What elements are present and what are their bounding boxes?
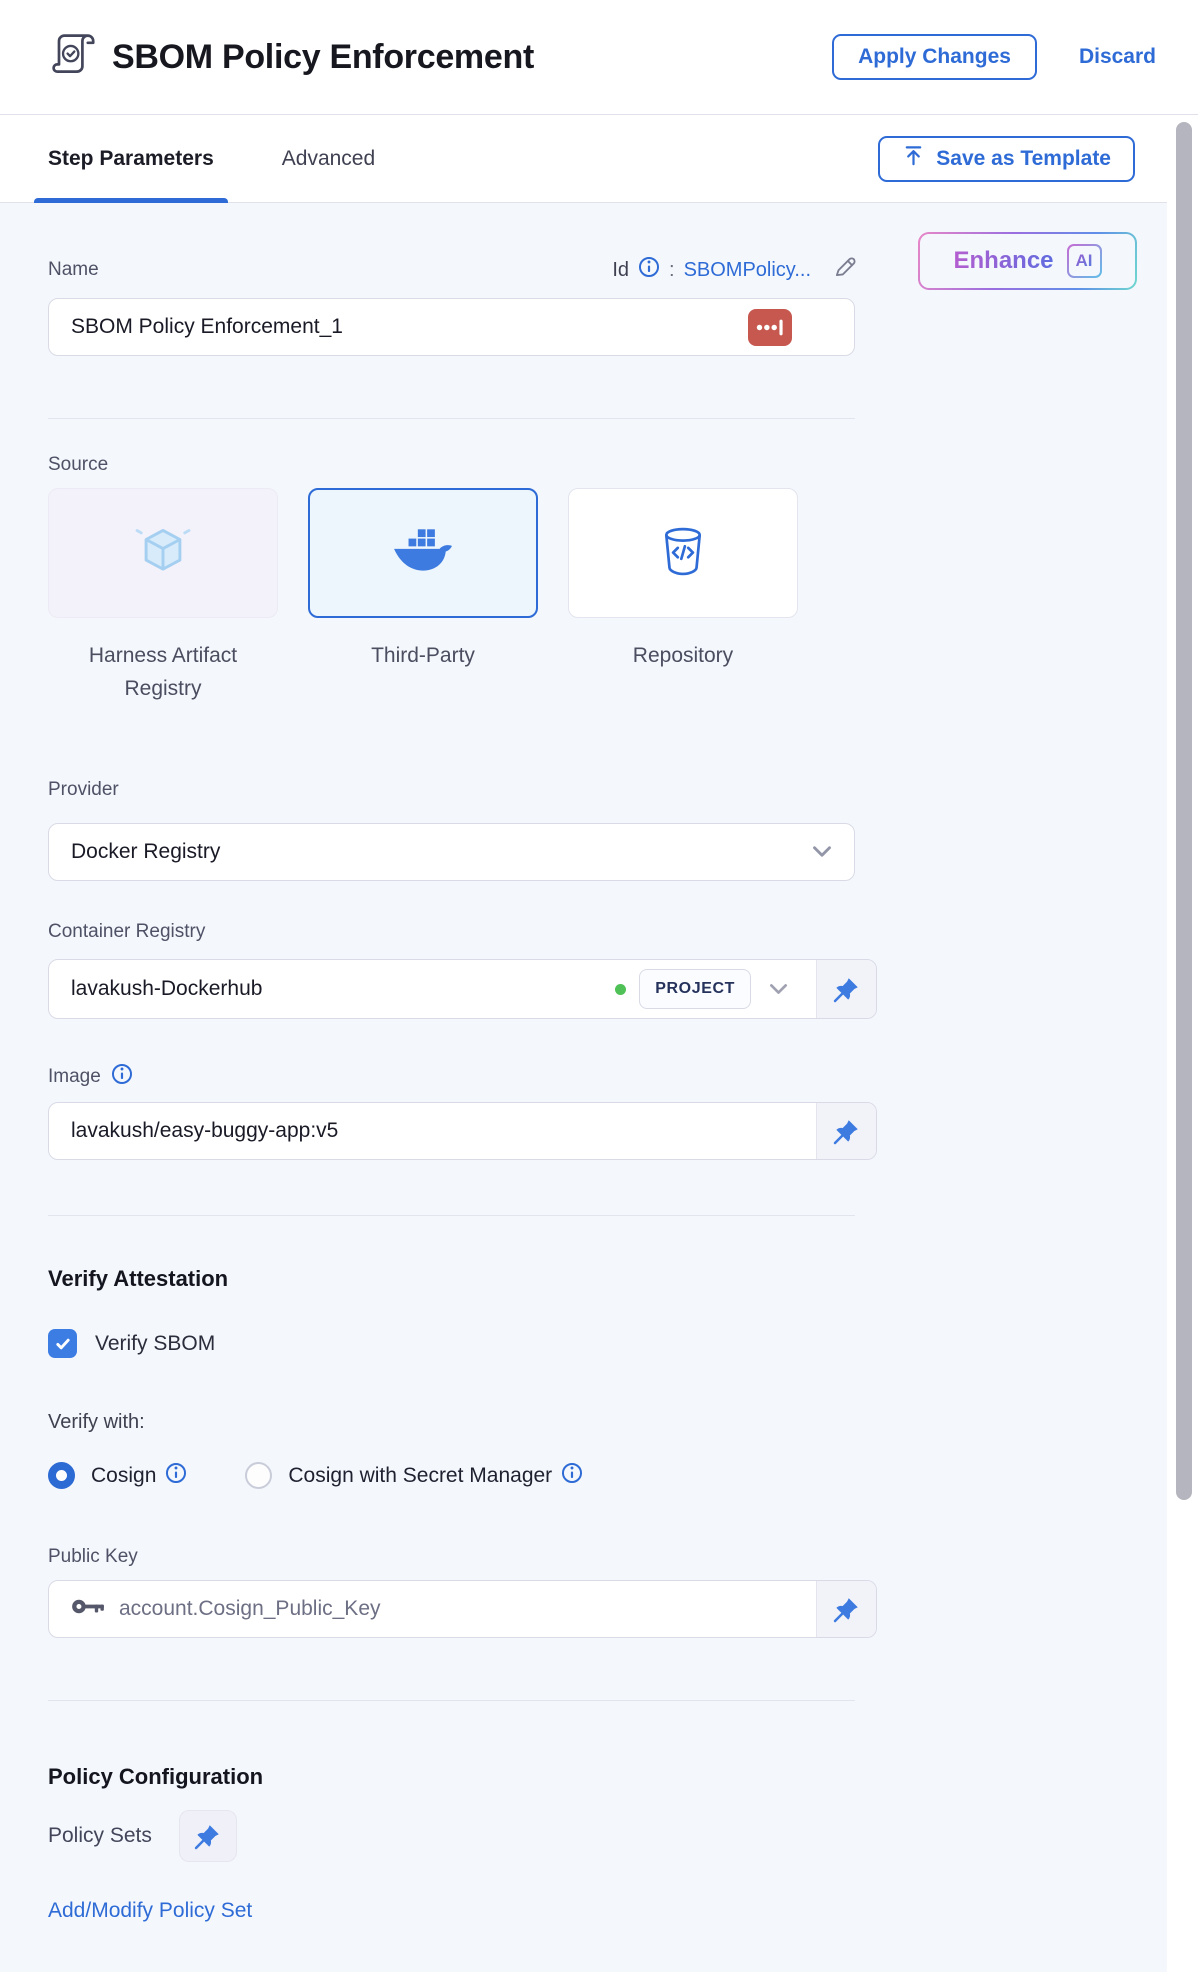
verify-sbom-label: Verify SBOM bbox=[95, 1332, 215, 1356]
source-card-group bbox=[48, 488, 1167, 618]
source-card-labels: Harness Artifact Registry Third-Party Re… bbox=[48, 640, 1167, 705]
image-label-row: Image bbox=[48, 1063, 1167, 1090]
discard-button[interactable]: Discard bbox=[1079, 45, 1156, 69]
id-label: Id bbox=[612, 259, 629, 282]
image-input-group: lavakush/easy-buggy-app:v5 bbox=[48, 1102, 877, 1160]
fixed-value-type-button[interactable] bbox=[748, 309, 792, 346]
info-icon[interactable] bbox=[111, 1063, 133, 1090]
name-input-value: SBOM Policy Enforcement_1 bbox=[71, 315, 343, 339]
save-as-template-label: Save as Template bbox=[936, 147, 1111, 171]
tab-step-parameters[interactable]: Step Parameters bbox=[48, 115, 214, 203]
source-card-label-third-party: Third-Party bbox=[308, 640, 538, 705]
provider-value: Docker Registry bbox=[71, 840, 220, 864]
repository-icon bbox=[660, 526, 706, 581]
panel-header: SBOM Policy Enforcement Apply Changes Di… bbox=[0, 0, 1198, 115]
image-input[interactable]: lavakush/easy-buggy-app:v5 bbox=[49, 1103, 816, 1159]
scope-badge: PROJECT bbox=[639, 969, 751, 1009]
radio-cosign-label: Cosign bbox=[91, 1464, 156, 1488]
image-label: Image bbox=[48, 1066, 101, 1088]
section-divider bbox=[48, 418, 855, 419]
policy-sets-label: Policy Sets bbox=[48, 1824, 152, 1848]
verify-with-label: Verify with: bbox=[48, 1411, 1167, 1434]
name-label: Name bbox=[48, 259, 99, 281]
container-registry-label: Container Registry bbox=[48, 921, 1167, 943]
policy-configuration-title: Policy Configuration bbox=[48, 1764, 1167, 1790]
radio-cosign-secret-manager[interactable] bbox=[245, 1462, 272, 1489]
name-label-row: Name Id : SBOMPolicy... bbox=[48, 255, 858, 285]
verify-sbom-row: Verify SBOM bbox=[48, 1329, 1167, 1358]
public-key-input-group: account.Cosign_Public_Key bbox=[48, 1580, 877, 1638]
upload-icon bbox=[902, 144, 925, 173]
pin-button[interactable] bbox=[816, 960, 876, 1018]
radio-cosign[interactable] bbox=[48, 1462, 75, 1489]
page-title: SBOM Policy Enforcement bbox=[112, 38, 534, 77]
step-parameters-panel: Enhance AI Name Id : SBOMPolicy... SBOM … bbox=[0, 203, 1167, 1972]
apply-changes-button[interactable]: Apply Changes bbox=[832, 34, 1037, 80]
container-registry-value: lavakush-Dockerhub bbox=[71, 977, 262, 1001]
id-separator: : bbox=[669, 259, 675, 282]
pin-button[interactable] bbox=[816, 1103, 876, 1159]
source-card-label-repository: Repository bbox=[568, 640, 798, 705]
source-card-harness-artifact-registry[interactable] bbox=[48, 488, 278, 618]
info-icon[interactable] bbox=[638, 256, 660, 284]
image-value: lavakush/easy-buggy-app:v5 bbox=[71, 1119, 338, 1143]
container-registry-input-group: lavakush-Dockerhub PROJECT bbox=[48, 959, 877, 1019]
tab-bar: Step Parameters Advanced Save as Templat… bbox=[0, 115, 1167, 203]
sbom-scroll-check-icon bbox=[50, 30, 95, 84]
add-modify-policy-set-link[interactable]: Add/Modify Policy Set bbox=[48, 1899, 1167, 1923]
pin-button[interactable] bbox=[816, 1581, 876, 1637]
info-icon[interactable] bbox=[561, 1462, 583, 1489]
chevron-down-icon[interactable] bbox=[769, 977, 788, 1001]
public-key-input[interactable]: account.Cosign_Public_Key bbox=[49, 1581, 816, 1637]
ai-badge-icon: AI bbox=[1067, 244, 1102, 278]
container-registry-input[interactable]: lavakush-Dockerhub PROJECT bbox=[49, 960, 816, 1018]
step-id-display: Id : SBOMPolicy... bbox=[612, 254, 858, 286]
radio-cosign-secret-manager-label: Cosign with Secret Manager bbox=[288, 1464, 552, 1488]
provider-label: Provider bbox=[48, 779, 1167, 801]
cube-icon bbox=[134, 522, 192, 585]
connector-status-dot bbox=[615, 984, 626, 995]
info-icon[interactable] bbox=[165, 1462, 187, 1489]
tab-advanced[interactable]: Advanced bbox=[282, 115, 375, 203]
source-card-third-party[interactable] bbox=[308, 488, 538, 618]
public-key-value: account.Cosign_Public_Key bbox=[119, 1597, 381, 1621]
ai-badge-label: AI bbox=[1076, 251, 1093, 271]
pin-button[interactable] bbox=[179, 1810, 237, 1862]
edit-pencil-icon[interactable] bbox=[832, 254, 858, 286]
public-key-label: Public Key bbox=[48, 1546, 1167, 1568]
save-as-template-button[interactable]: Save as Template bbox=[878, 136, 1135, 182]
enhance-ai-button[interactable]: Enhance AI bbox=[918, 232, 1137, 290]
section-divider bbox=[48, 1215, 855, 1216]
source-card-repository[interactable] bbox=[568, 488, 798, 618]
provider-select[interactable]: Docker Registry bbox=[48, 823, 855, 881]
id-value[interactable]: SBOMPolicy... bbox=[684, 259, 811, 282]
enhance-label: Enhance bbox=[953, 247, 1053, 275]
verify-attestation-title: Verify Attestation bbox=[48, 1266, 1167, 1292]
policy-sets-row: Policy Sets bbox=[48, 1810, 1167, 1862]
chevron-down-icon bbox=[812, 840, 832, 864]
section-divider bbox=[48, 1700, 855, 1701]
source-card-label-har: Harness Artifact Registry bbox=[48, 640, 278, 705]
key-icon bbox=[71, 1597, 105, 1622]
name-input[interactable]: SBOM Policy Enforcement_1 bbox=[48, 298, 855, 356]
verify-sbom-checkbox[interactable] bbox=[48, 1329, 77, 1358]
verify-with-options: Cosign Cosign with Secret Manager bbox=[48, 1462, 1167, 1489]
docker-icon bbox=[392, 528, 454, 579]
vertical-scrollbar-thumb[interactable] bbox=[1176, 122, 1192, 1500]
source-label: Source bbox=[48, 454, 1167, 476]
